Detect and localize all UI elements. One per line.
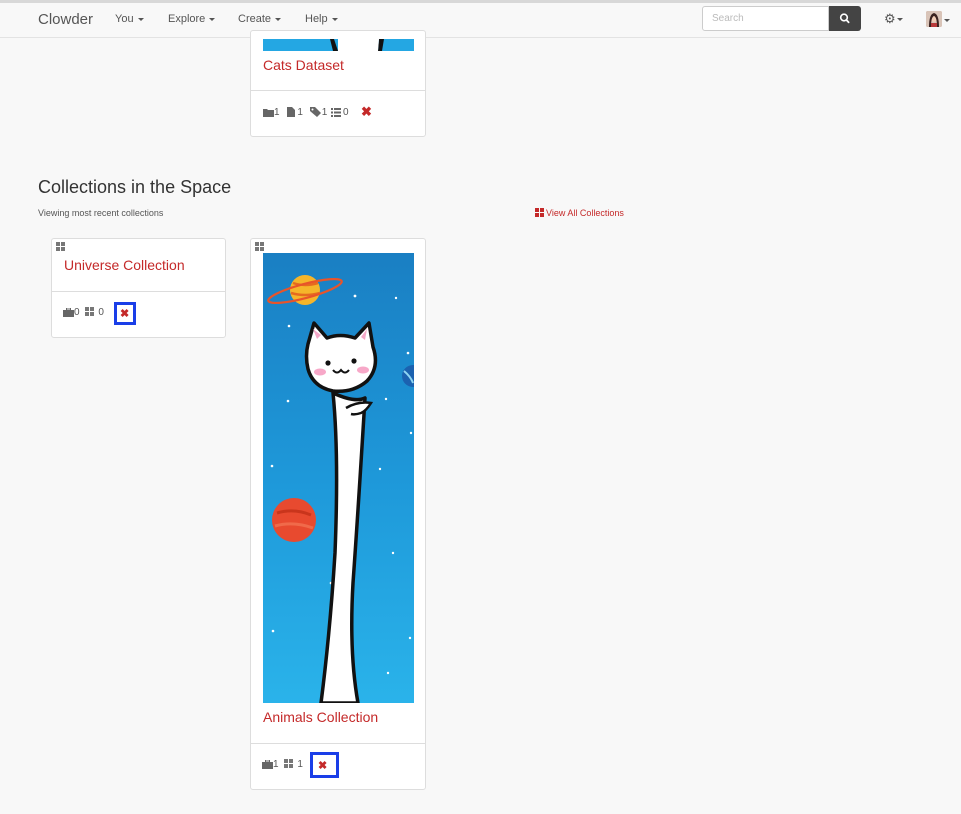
child-collection-count: 1	[297, 759, 303, 770]
file-count: 1	[297, 107, 303, 118]
collection-card-universe: Universe Collection 0 0 ✖	[51, 238, 226, 338]
nav-menu-explore-label: Explore	[168, 13, 206, 25]
section-subtitle: Viewing most recent collections	[38, 208, 164, 218]
th-large-icon	[284, 759, 294, 768]
collection-stats: 1 1	[262, 759, 304, 770]
avatar-image	[926, 11, 942, 27]
tag-count: 1	[321, 107, 328, 118]
dataset-count: 1	[273, 759, 279, 770]
folder-icon	[263, 108, 274, 117]
delete-dataset-button[interactable]: ✖	[361, 104, 372, 120]
card-divider	[251, 90, 425, 91]
chevron-down-icon	[331, 17, 338, 21]
collection-card-animals: Animals Collection 1 1 ✖	[250, 238, 426, 790]
tags-icon	[309, 107, 321, 118]
th-large-icon	[535, 208, 544, 217]
nav-menu-help[interactable]: Help	[305, 13, 338, 25]
dataset-thumbnail[interactable]	[263, 39, 414, 51]
file-icon	[287, 107, 296, 118]
search-icon	[839, 13, 850, 24]
chevron-down-icon	[896, 18, 903, 22]
chevron-down-icon	[275, 17, 282, 21]
nav-menu-help-label: Help	[305, 13, 328, 25]
card-divider	[251, 743, 425, 744]
section-title: Collections in the Space	[38, 177, 232, 197]
close-icon: ✖	[318, 760, 328, 772]
search-button[interactable]	[829, 6, 861, 31]
search-input[interactable]	[702, 6, 829, 31]
nav-menu-create[interactable]: Create	[238, 13, 282, 25]
delete-collection-button[interactable]: ✖	[310, 752, 339, 778]
th-large-icon	[56, 242, 65, 251]
navbar: Clowder You Explore Create Help ⚙	[0, 3, 961, 38]
dataset-count: 0	[74, 307, 80, 318]
child-collection-count: 0	[98, 307, 104, 318]
list-icon	[331, 107, 342, 117]
collection-thumbnail[interactable]	[263, 253, 414, 703]
comment-count: 0	[343, 107, 349, 118]
chevron-down-icon	[137, 17, 144, 21]
dataset-stats: 1 1 1 0	[263, 107, 350, 118]
briefcase-icon	[262, 759, 273, 769]
avatar[interactable]	[926, 11, 942, 27]
card-divider	[52, 291, 225, 292]
nav-menu-you-label: You	[115, 13, 134, 25]
th-large-icon	[85, 307, 95, 316]
folder-count: 1	[274, 107, 280, 118]
th-large-icon	[255, 242, 264, 251]
nav-menu-explore[interactable]: Explore	[168, 13, 216, 25]
dataset-title-link[interactable]: Cats Dataset	[263, 57, 344, 73]
close-icon: ✖	[120, 308, 130, 320]
delete-collection-button[interactable]: ✖	[114, 302, 136, 325]
chevron-down-icon	[944, 19, 950, 22]
collection-title-link[interactable]: Animals Collection	[263, 709, 378, 725]
nav-menu-you[interactable]: You	[115, 13, 144, 25]
chevron-down-icon	[209, 17, 216, 21]
view-all-collections-link[interactable]: View All Collections	[535, 208, 624, 218]
nav-menu-create-label: Create	[238, 13, 272, 25]
brand-logo[interactable]: Clowder	[38, 11, 93, 28]
collection-title-link[interactable]: Universe Collection	[64, 257, 185, 273]
settings-menu[interactable]: ⚙	[884, 11, 903, 27]
briefcase-icon	[63, 307, 74, 317]
gear-icon: ⚙	[884, 11, 896, 26]
dataset-card: Cats Dataset 1 1 1 0 ✖	[250, 30, 426, 137]
view-all-collections-label: View All Collections	[546, 208, 624, 218]
collection-stats: 0 0	[63, 307, 105, 318]
